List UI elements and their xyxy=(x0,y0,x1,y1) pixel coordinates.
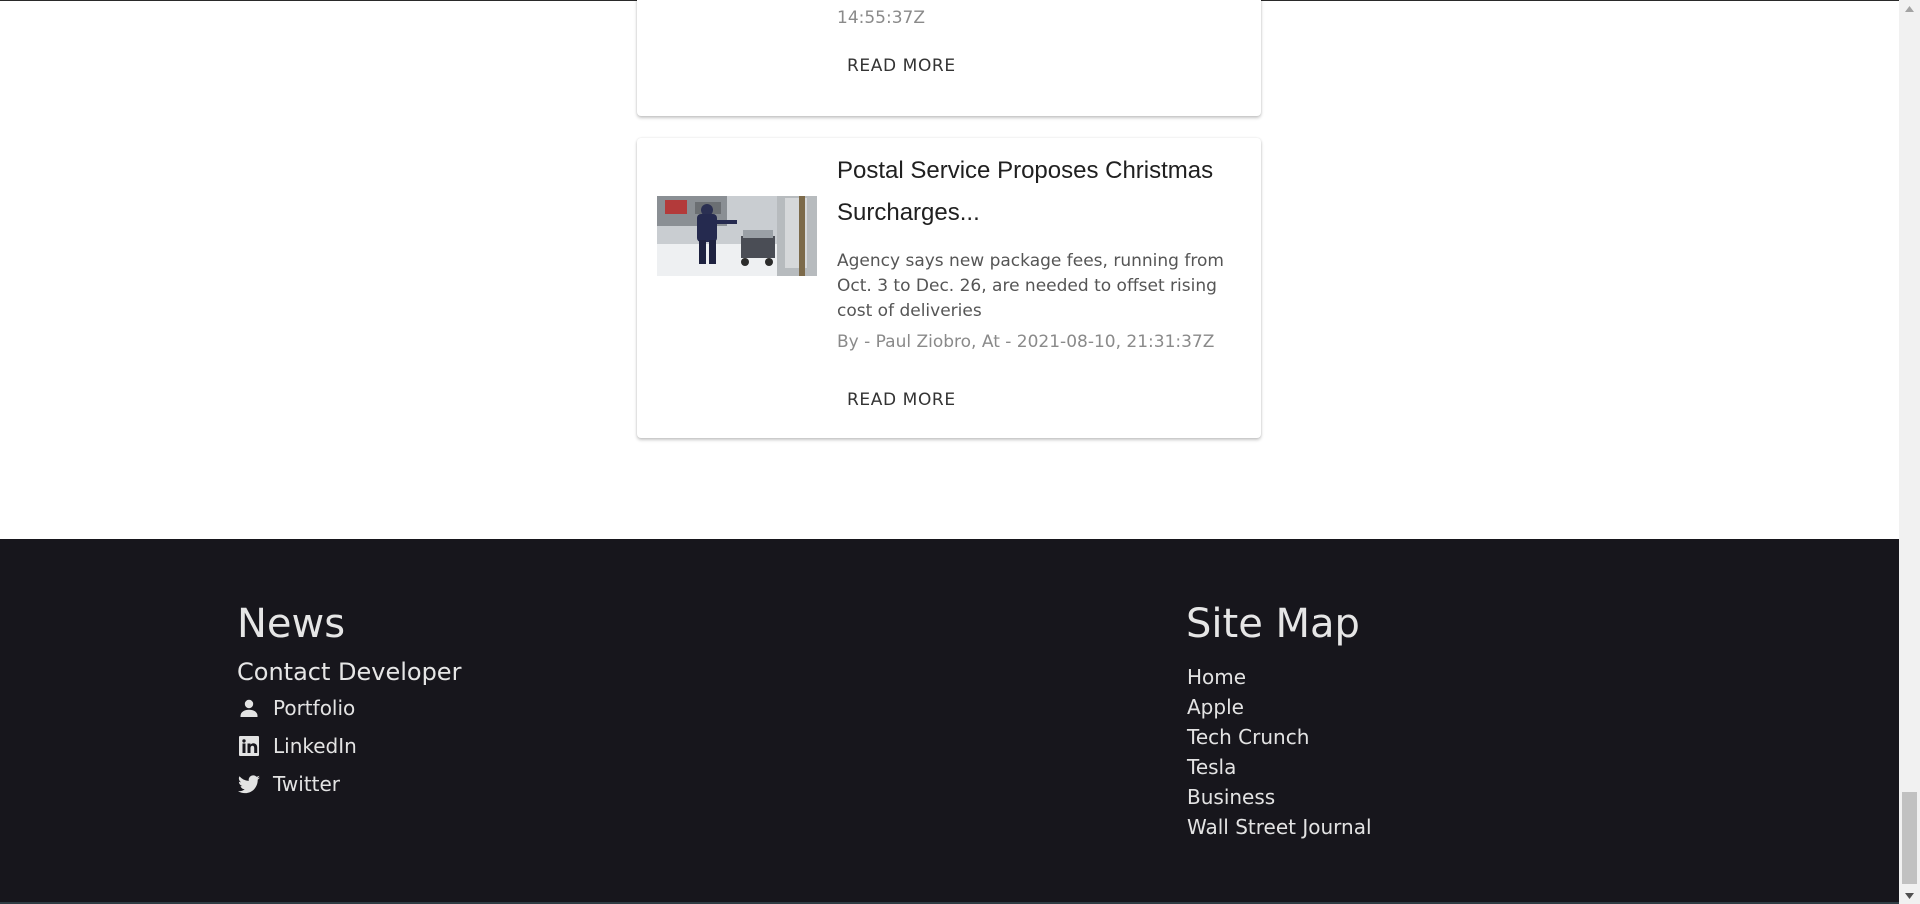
sitemap-link-home[interactable]: Home xyxy=(1187,665,1246,689)
article-meta: 14:55:37Z xyxy=(837,8,925,28)
article-thumbnail[interactable] xyxy=(657,196,817,276)
person-icon xyxy=(240,699,258,717)
portfolio-link-label: Portfolio xyxy=(273,696,356,720)
sitemap-link-wall-street-journal[interactable]: Wall Street Journal xyxy=(1187,815,1372,839)
sitemap-link-business[interactable]: Business xyxy=(1187,785,1275,809)
article-meta: By - Paul Ziobro, At - 2021-08-10, 21:31… xyxy=(837,332,1215,352)
scroll-up-arrow-icon[interactable] xyxy=(1899,0,1920,17)
article-description: Agency says new package fees, running fr… xyxy=(837,251,1224,321)
footer-brand: News xyxy=(237,601,346,647)
twitter-icon xyxy=(238,775,260,794)
article-card: Postal Service Proposes Christmas Surcha… xyxy=(637,138,1261,438)
footer: News Contact Developer Portfolio LinkedI… xyxy=(0,539,1899,904)
contact-heading: Contact Developer xyxy=(237,658,462,686)
read-more-button[interactable]: READ MORE xyxy=(837,48,966,84)
linkedin-link-label: LinkedIn xyxy=(273,734,357,758)
scroll-down-arrow-icon[interactable] xyxy=(1899,887,1920,904)
read-more-button[interactable]: READ MORE xyxy=(837,382,966,418)
twitter-link[interactable]: Twitter xyxy=(237,772,340,796)
linkedin-icon xyxy=(239,736,259,756)
vertical-scrollbar[interactable] xyxy=(1899,0,1920,904)
sitemap-link-tesla[interactable]: Tesla xyxy=(1187,755,1236,779)
sitemap-link-tech-crunch[interactable]: Tech Crunch xyxy=(1187,725,1309,749)
article-title[interactable]: Postal Service Proposes Christmas Surcha… xyxy=(837,150,1242,234)
sitemap-link-apple[interactable]: Apple xyxy=(1187,695,1244,719)
twitter-link-label: Twitter xyxy=(273,772,341,796)
linkedin-link[interactable]: LinkedIn xyxy=(237,734,357,758)
article-card: 14:55:37Z READ MORE xyxy=(637,0,1261,116)
scrollbar-thumb[interactable] xyxy=(1902,792,1917,884)
portfolio-link[interactable]: Portfolio xyxy=(237,696,355,720)
sitemap-heading: Site Map xyxy=(1186,601,1360,647)
